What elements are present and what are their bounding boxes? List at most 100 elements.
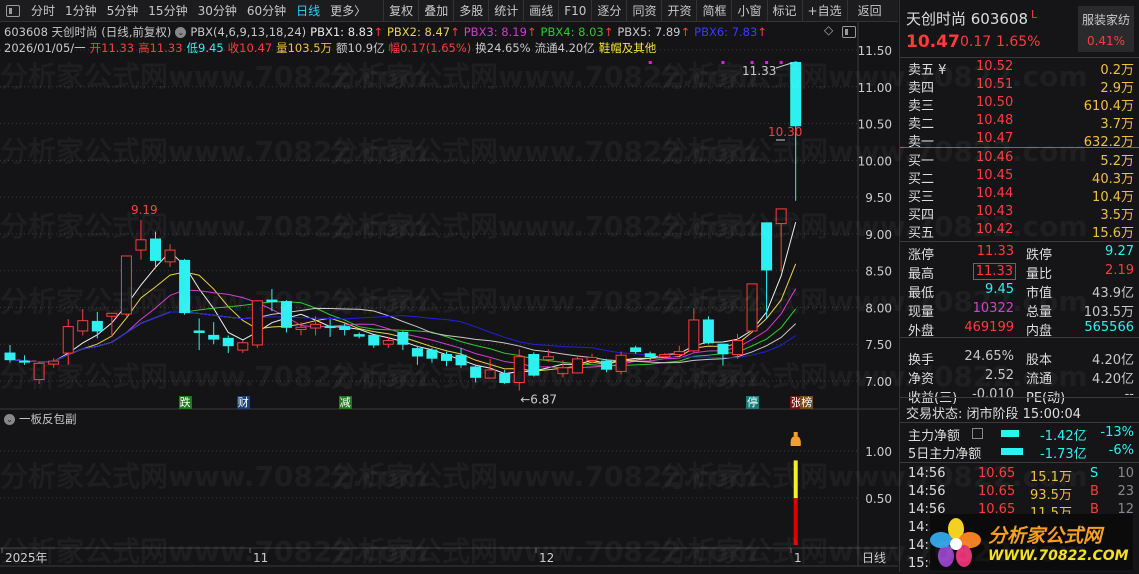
bid-row[interactable]: 买二 10.45 40.3万 xyxy=(908,168,1134,187)
flow-value: -1.42亿 xyxy=(1040,429,1087,444)
period-label[interactable]: 日线 xyxy=(862,551,886,565)
tick-row: 14:56 10.65 93.5万 B 23 xyxy=(908,484,1134,503)
toolbar-button[interactable]: 返回 xyxy=(846,0,887,22)
toolbar-button[interactable]: 标记 xyxy=(766,0,802,22)
stat-value: 565566 xyxy=(1084,320,1134,335)
industry-label[interactable]: 鞋帽及其他 xyxy=(599,40,657,56)
toolbar-button[interactable]: 画线 xyxy=(523,0,558,22)
signal-tag[interactable]: 减 xyxy=(338,396,352,409)
sub-indicator-header: ⌄ 一板反包副 xyxy=(4,411,77,427)
mark-label: 10.30 xyxy=(768,125,802,139)
level-price: 10.46 xyxy=(976,150,1014,165)
chevron-down-icon[interactable]: ⌄ xyxy=(175,26,187,38)
kline-chart[interactable]: 11.5011.0010.5010.009.509.008.508.007.50… xyxy=(0,0,898,572)
tick-side: B xyxy=(1090,484,1099,499)
ask-row[interactable]: 卖二 10.48 3.7万 xyxy=(908,113,1134,132)
sector-box[interactable]: 服装家纺 0.41% xyxy=(1078,6,1134,52)
level-price: 10.51 xyxy=(976,77,1014,92)
stock-name: 天创时尚 603608 xyxy=(906,10,1029,28)
toolbar-button[interactable]: 简框 xyxy=(696,0,731,22)
ask-row[interactable]: 卖四 10.51 2.9万 xyxy=(908,77,1134,96)
candle[interactable] xyxy=(702,316,714,345)
stat-label: 流通 xyxy=(1026,372,1053,387)
candle-body xyxy=(120,255,132,315)
candle-body xyxy=(310,323,322,329)
toolbar-button[interactable]: F10 xyxy=(558,0,591,22)
bid-row[interactable]: 买四 10.43 3.5万 xyxy=(908,204,1134,223)
toolbar-button[interactable]: 逐分 xyxy=(591,0,626,22)
candle[interactable] xyxy=(251,300,263,348)
toolbar-button[interactable]: 复权 xyxy=(383,0,418,22)
candle[interactable] xyxy=(120,255,132,317)
level-price: 10.50 xyxy=(976,95,1014,110)
signal-tag[interactable]: 跌 xyxy=(178,396,192,409)
y-tick-label: 8.00 xyxy=(865,301,892,315)
ask-row[interactable]: 卖三 10.50 610.4万 xyxy=(908,95,1134,114)
stat-value: 4.20亿 xyxy=(1092,372,1134,387)
bar-change: 幅0.17(1.65%) xyxy=(388,41,472,55)
period-tab[interactable]: 更多〉 xyxy=(325,0,371,22)
bid-row[interactable]: 买一 10.46 5.2万 xyxy=(908,150,1134,169)
y-tick-label: 7.00 xyxy=(865,375,892,389)
period-tab[interactable]: 30分钟 xyxy=(193,0,242,22)
bid-row[interactable]: 买五 10.42 15.6万 xyxy=(908,222,1134,241)
candle-body xyxy=(528,354,540,376)
level-label: 买五 xyxy=(908,226,935,241)
candle[interactable] xyxy=(179,258,191,315)
bid-row[interactable]: 买三 10.44 10.4万 xyxy=(908,186,1134,205)
candle[interactable] xyxy=(746,283,758,332)
chevron-down-icon[interactable]: ⌄ xyxy=(4,413,15,425)
pbx-value: PBX4: 8.03↑ xyxy=(541,25,614,39)
tick-time: 14:56 xyxy=(908,466,946,481)
toolbar-button[interactable]: 同资 xyxy=(626,0,661,22)
candle-body xyxy=(353,334,365,337)
candle[interactable] xyxy=(528,352,540,377)
flow-pct: -6% xyxy=(1108,443,1134,458)
level-volume: 2.9万 xyxy=(1100,81,1134,96)
period-tab[interactable]: 日线 xyxy=(291,0,325,22)
candle[interactable] xyxy=(280,300,292,333)
stat-label: 市值 xyxy=(1026,286,1053,301)
margin-tag: L xyxy=(1031,8,1038,21)
period-tab[interactable]: 60分钟 xyxy=(242,0,291,22)
toolbar-button[interactable]: 开资 xyxy=(661,0,696,22)
candle-body xyxy=(106,312,118,317)
period-tab[interactable]: 分时 xyxy=(26,0,60,22)
stat-row: 换手 24.65% 股本 4.20亿 xyxy=(908,349,1134,368)
candle-body xyxy=(513,356,525,383)
x-tick-label: 12 xyxy=(539,551,554,565)
period-tab[interactable]: 5分钟 xyxy=(102,0,144,22)
stat-value: 2.19 xyxy=(1105,263,1134,278)
level-volume: 15.6万 xyxy=(1092,226,1134,241)
indicator-header: 603608 天创时尚 (日线,前复权) ⌄ PBX(4,6,9,13,18,2… xyxy=(4,24,767,40)
candle-body xyxy=(77,320,89,332)
level-label: 卖四 xyxy=(908,81,935,96)
panel-toggle-icon[interactable] xyxy=(6,4,20,17)
signal-tag[interactable]: 停 xyxy=(746,396,760,409)
toolbar-button[interactable]: +自选 xyxy=(801,0,847,22)
bar-float: 流通4.20亿 xyxy=(534,41,595,55)
flower-logo-icon xyxy=(930,518,981,567)
layout-icon[interactable] xyxy=(842,26,856,38)
toolbar-button[interactable]: 多股 xyxy=(453,0,488,22)
signal-tag[interactable]: 财 xyxy=(236,396,250,409)
candle-body xyxy=(732,340,743,356)
toolbar-button[interactable]: 统计 xyxy=(488,0,523,22)
list-icon[interactable] xyxy=(972,428,983,439)
price-change: 0.17 xyxy=(960,34,992,50)
period-tab[interactable]: 15分钟 xyxy=(143,0,192,22)
level-volume: 3.5万 xyxy=(1100,208,1134,223)
bar-low: 低9.45 xyxy=(186,41,224,55)
ask-row[interactable]: 卖五 ¥ 10.52 0.2万 xyxy=(908,59,1134,78)
candle-body xyxy=(615,354,627,372)
candle[interactable] xyxy=(615,351,627,375)
candle-body xyxy=(790,62,802,127)
tick-price: 10.65 xyxy=(978,484,1016,499)
level-label: 买三 xyxy=(908,190,935,205)
sub-y-tick-label: 0.50 xyxy=(865,492,892,506)
toolbar-button[interactable]: 叠加 xyxy=(418,0,453,22)
diamond-icon[interactable]: ◇ xyxy=(824,23,833,37)
signal-tag[interactable]: 榜 xyxy=(800,396,814,409)
period-tab[interactable]: 1分钟 xyxy=(60,0,102,22)
toolbar-button[interactable]: 小窗 xyxy=(731,0,766,22)
